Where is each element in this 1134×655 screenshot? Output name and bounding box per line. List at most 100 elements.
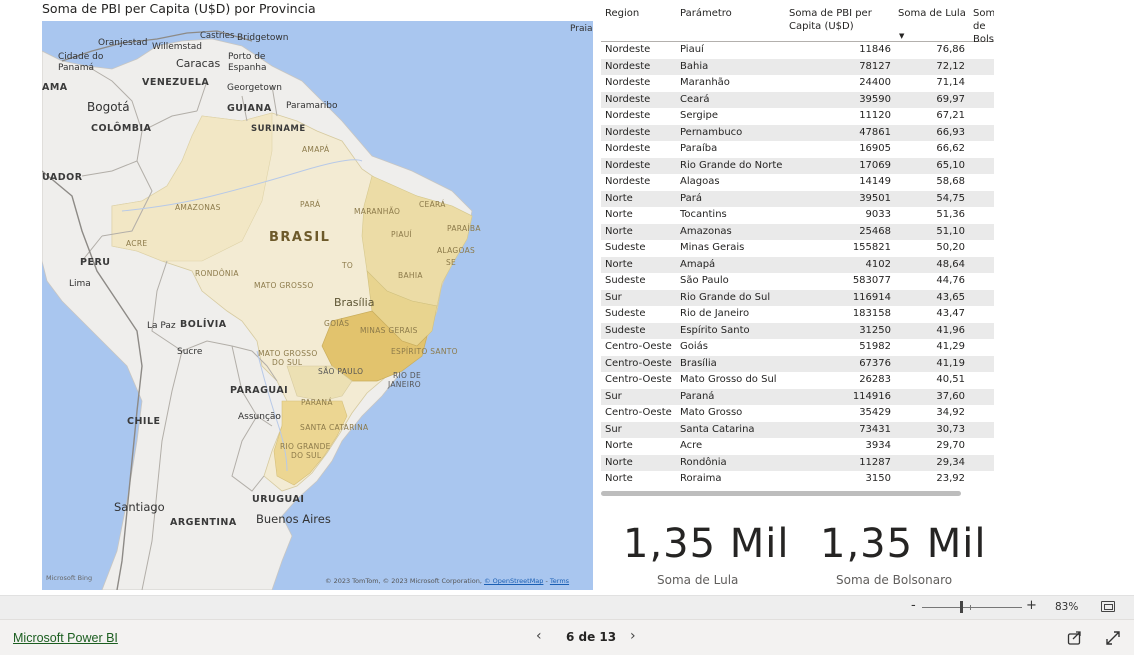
cell-pbi: 35429	[859, 407, 891, 418]
table-row[interactable]: Norte Rondônia 11287 29,34	[601, 454, 994, 471]
next-page-icon[interactable]: ›	[630, 628, 636, 644]
fit-to-page-icon[interactable]	[1101, 601, 1115, 612]
table-row[interactable]: Nordeste Rio Grande do Norte 17069 65,10	[601, 157, 994, 174]
col-region[interactable]: Region	[605, 7, 639, 20]
label-parana: PARANÁ	[301, 398, 333, 407]
table-row[interactable]: Nordeste Maranhão 24400 71,14	[601, 75, 994, 92]
table-horizontal-scrollbar[interactable]	[601, 491, 961, 496]
cell-region: Centro-Oeste	[605, 341, 672, 352]
zoom-slider-track[interactable]	[922, 607, 1022, 608]
cell-parametro: Sergipe	[680, 110, 719, 121]
cell-lula: 66,62	[936, 143, 965, 154]
cell-lula: 43,65	[936, 291, 965, 303]
table-row[interactable]: Norte Roraima 3150 23,92	[601, 471, 994, 488]
cell-parametro: Pernambuco	[680, 126, 743, 138]
cell-pbi: 39501	[859, 192, 891, 204]
cell-region: Nordeste	[605, 143, 651, 154]
table-body: Nordeste Piauí 11846 76,86 Nordeste Bahia 7812…	[601, 42, 994, 488]
table-row[interactable]: Nordeste Ceará 39590 69,97	[601, 91, 994, 108]
map-visual[interactable]: BRASIL VENEZUELA GUIANA SURINAME COLÔMBI…	[42, 21, 593, 590]
data-table[interactable]: Region Parámetro Soma de PBI per Capita …	[601, 4, 994, 496]
fullscreen-icon[interactable]	[1105, 630, 1121, 646]
label-mgs-2: DO SUL	[272, 358, 303, 367]
zoom-slider-thumb[interactable]	[960, 601, 963, 613]
table-row[interactable]: Norte Pará 39501 54,75	[601, 190, 994, 207]
cell-region: Nordeste	[605, 44, 651, 55]
cell-lula: 71,14	[936, 77, 965, 88]
col-lula[interactable]: Soma de Lula	[898, 7, 966, 20]
bing-logo: Microsoft Bing	[46, 574, 93, 582]
table-row[interactable]: Nordeste Piauí 11846 76,86	[601, 42, 994, 59]
cell-pbi: 47861	[859, 126, 891, 138]
cell-pbi: 11287	[859, 456, 891, 468]
table-row[interactable]: Norte Amapá 4102 48,64	[601, 256, 994, 273]
zoom-slider-tick	[970, 605, 971, 610]
table-row[interactable]: Nordeste Pernambuco 47861 66,93	[601, 124, 994, 141]
col-pbi[interactable]: Soma de PBI per Capita (U$D)	[789, 7, 889, 33]
table-row[interactable]: Sudeste São Paulo 583077 44,76	[601, 273, 994, 290]
table-row[interactable]: Sur Santa Catarina 73431 30,73	[601, 421, 994, 438]
label-buenos-aires: Buenos Aires	[256, 512, 331, 526]
label-castries: Castries	[200, 31, 235, 41]
cell-region: Norte	[605, 209, 633, 220]
cell-region: Sur	[605, 291, 622, 303]
table-row[interactable]: Sudeste Minas Gerais 155821 50,20	[601, 240, 994, 257]
table-row[interactable]: Norte Acre 3934 29,70	[601, 438, 994, 455]
label-ceara: CEARÁ	[419, 200, 446, 209]
cell-region: Norte	[605, 258, 633, 270]
table-row[interactable]: Sur Rio Grande do Sul 116914 43,65	[601, 289, 994, 306]
label-brasil: BRASIL	[269, 230, 331, 245]
osm-link[interactable]: © OpenStreetMap	[484, 577, 543, 585]
label-rs-1: RIO GRANDE	[280, 442, 331, 451]
table-row[interactable]: Norte Tocantins 9033 51,36	[601, 207, 994, 224]
cell-lula: 41,96	[936, 324, 965, 336]
cell-lula: 66,93	[936, 126, 965, 138]
col-bolsonaro[interactable]: Soma de Bolsonaro	[973, 7, 994, 46]
zoom-in-button[interactable]: +	[1026, 598, 1037, 613]
table-row[interactable]: Sudeste Espírito Santo 31250 41,96	[601, 322, 994, 339]
table-row[interactable]: Nordeste Sergipe 11120 67,21	[601, 108, 994, 125]
zoom-out-button[interactable]: -	[911, 598, 916, 613]
cell-pbi: 183158	[852, 308, 891, 319]
table-row[interactable]: Nordeste Paraíba 16905 66,62	[601, 141, 994, 158]
sort-desc-icon[interactable]: ▼	[899, 32, 904, 40]
label-paraguai: PARAGUAI	[230, 385, 289, 396]
label-equador: UADOR	[42, 172, 83, 183]
table-row[interactable]: Centro-Oeste Mato Grosso 35429 34,92	[601, 405, 994, 422]
label-mgs-1: MATO GROSSO	[258, 349, 318, 358]
terms-link[interactable]: Terms	[550, 577, 569, 585]
label-sao-paulo: SÃO PAULO	[318, 367, 364, 376]
label-caracas: Caracas	[176, 57, 221, 70]
cell-lula: 69,97	[936, 93, 965, 105]
table-row[interactable]: Sur Paraná 114916 37,60	[601, 388, 994, 405]
table-row[interactable]: Nordeste Bahia 78127 72,12	[601, 58, 994, 75]
cell-pbi: 14149	[859, 176, 891, 187]
table-row[interactable]: Centro-Oeste Goiás 51982 41,29	[601, 339, 994, 356]
label-rio-2: JANEIRO	[388, 380, 421, 389]
zoom-percent: 83%	[1055, 601, 1079, 613]
cell-lula: 37,60	[936, 390, 965, 402]
table-row[interactable]: Centro-Oeste Mato Grosso do Sul 26283 40,51	[601, 372, 994, 389]
power-bi-link[interactable]: Microsoft Power BI	[13, 631, 118, 645]
cell-parametro: Mato Grosso do Sul	[680, 374, 777, 385]
table-row[interactable]: Centro-Oeste Brasília 67376 41,19	[601, 355, 994, 372]
cell-region: Centro-Oeste	[605, 357, 672, 369]
label-maranhao: MARANHÃO	[354, 207, 401, 216]
table-row[interactable]: Norte Amazonas 25468 51,10	[601, 223, 994, 240]
cell-pbi: 11846	[859, 44, 891, 55]
cell-lula: 43,47	[936, 308, 965, 319]
cell-parametro: Santa Catarina	[680, 423, 755, 435]
prev-page-icon[interactable]: ‹	[536, 628, 542, 644]
label-la-paz: La Paz	[147, 321, 176, 331]
col-parametro[interactable]: Parámetro	[680, 7, 732, 20]
share-icon[interactable]	[1067, 630, 1083, 646]
label-cidade-panama-2: Panamá	[58, 63, 95, 73]
cell-parametro: Bahia	[680, 60, 709, 72]
cell-pbi: 3150	[865, 473, 891, 484]
cell-lula: 44,76	[936, 275, 965, 286]
power-bi-report: Soma de PBI per Capita (U$D) por Provinc…	[0, 0, 1134, 655]
table-row[interactable]: Sudeste Rio de Janeiro 183158 43,47	[601, 306, 994, 323]
cell-pbi: 114916	[852, 390, 891, 402]
cell-parametro: Amazonas	[680, 225, 732, 237]
table-row[interactable]: Nordeste Alagoas 14149 58,68	[601, 174, 994, 191]
